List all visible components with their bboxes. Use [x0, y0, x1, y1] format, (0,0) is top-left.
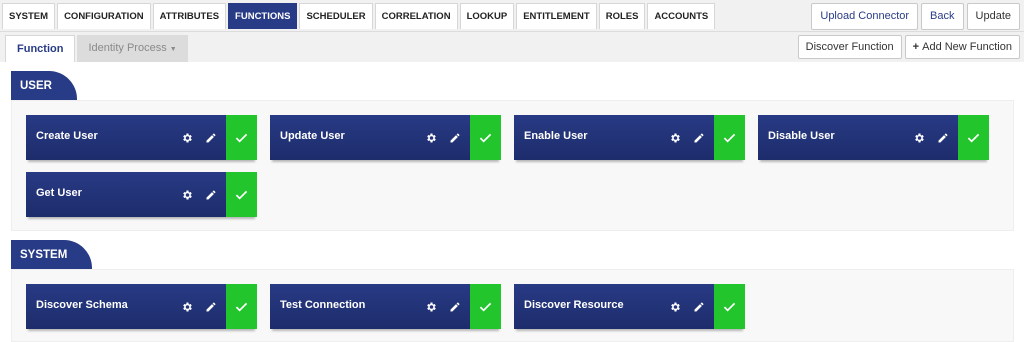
tab-scheduler[interactable]: SCHEDULER: [299, 3, 373, 29]
plus-icon: +: [912, 41, 920, 53]
function-card-update-user[interactable]: Update User: [270, 115, 501, 160]
function-card-discover-resource[interactable]: Discover Resource: [514, 284, 745, 329]
main-tabs: SYSTEM CONFIGURATION ATTRIBUTES FUNCTION…: [2, 3, 717, 29]
top-actions: Upload Connector Back Update: [808, 3, 1020, 30]
check-icon[interactable]: [958, 115, 989, 160]
section-title-user: USER: [11, 71, 77, 101]
function-name: Discover Schema: [36, 299, 128, 311]
pencil-icon[interactable]: [205, 131, 217, 143]
check-icon[interactable]: [226, 115, 257, 160]
function-name: Enable User: [524, 130, 588, 142]
tab-identity-process-label: Identity Process: [88, 42, 167, 54]
tab-functions[interactable]: FUNCTIONS: [228, 3, 298, 29]
check-icon[interactable]: [226, 284, 257, 329]
tab-system[interactable]: SYSTEM: [2, 3, 56, 29]
tab-configuration[interactable]: CONFIGURATION: [57, 3, 151, 29]
sub-navigation: Function Identity Process ▼ Discover Func…: [0, 32, 1024, 62]
gear-icon[interactable]: [181, 131, 193, 143]
pencil-icon[interactable]: [449, 131, 461, 143]
sub-tabs: Function Identity Process ▼: [5, 35, 188, 62]
function-name: Update User: [280, 130, 345, 142]
discover-function-button[interactable]: Discover Function: [797, 35, 902, 59]
gear-icon[interactable]: [181, 188, 193, 200]
gear-icon[interactable]: [181, 300, 193, 312]
caret-down-icon: ▼: [169, 46, 177, 53]
function-card-get-user[interactable]: Get User: [26, 172, 257, 217]
add-new-function-label: Add New Function: [922, 41, 1012, 53]
pencil-icon[interactable]: [205, 188, 217, 200]
sub-actions: Discover Function + Add New Function: [795, 35, 1020, 59]
pencil-icon[interactable]: [693, 131, 705, 143]
check-icon[interactable]: [470, 115, 501, 160]
function-card-discover-schema[interactable]: Discover Schema: [26, 284, 257, 329]
function-name: Get User: [36, 187, 82, 199]
function-card-disable-user[interactable]: Disable User: [758, 115, 989, 160]
gear-icon[interactable]: [669, 300, 681, 312]
function-card-create-user[interactable]: Create User: [26, 115, 257, 160]
tab-correlation[interactable]: CORRELATION: [374, 3, 458, 29]
tab-entitlement[interactable]: ENTITLEMENT: [516, 3, 597, 29]
add-new-function-button[interactable]: + Add New Function: [904, 35, 1020, 59]
top-navigation: SYSTEM CONFIGURATION ATTRIBUTES FUNCTION…: [0, 0, 1024, 32]
update-button[interactable]: Update: [966, 3, 1020, 30]
gear-icon[interactable]: [425, 300, 437, 312]
check-icon[interactable]: [714, 115, 745, 160]
tab-roles[interactable]: ROLES: [598, 3, 646, 29]
function-name: Discover Resource: [524, 299, 624, 311]
check-icon[interactable]: [714, 284, 745, 329]
pencil-icon[interactable]: [449, 300, 461, 312]
gear-icon[interactable]: [913, 131, 925, 143]
pencil-icon[interactable]: [937, 131, 949, 143]
pencil-icon[interactable]: [205, 300, 217, 312]
function-card-enable-user[interactable]: Enable User: [514, 115, 745, 160]
gear-icon[interactable]: [425, 131, 437, 143]
upload-connector-button[interactable]: Upload Connector: [811, 3, 919, 30]
section-title-system: SYSTEM: [11, 240, 92, 270]
function-name: Test Connection: [280, 299, 366, 311]
tab-accounts[interactable]: ACCOUNTS: [647, 3, 716, 29]
pencil-icon[interactable]: [693, 300, 705, 312]
tab-function[interactable]: Function: [5, 35, 76, 62]
tab-identity-process[interactable]: Identity Process ▼: [77, 35, 188, 62]
gear-icon[interactable]: [669, 131, 681, 143]
back-button[interactable]: Back: [921, 3, 964, 30]
function-card-test-connection[interactable]: Test Connection: [270, 284, 501, 329]
function-name: Disable User: [768, 130, 835, 142]
check-icon[interactable]: [470, 284, 501, 329]
tab-lookup[interactable]: LOOKUP: [459, 3, 515, 29]
function-name: Create User: [36, 130, 98, 142]
tab-attributes[interactable]: ATTRIBUTES: [152, 3, 227, 29]
check-icon[interactable]: [226, 172, 257, 217]
